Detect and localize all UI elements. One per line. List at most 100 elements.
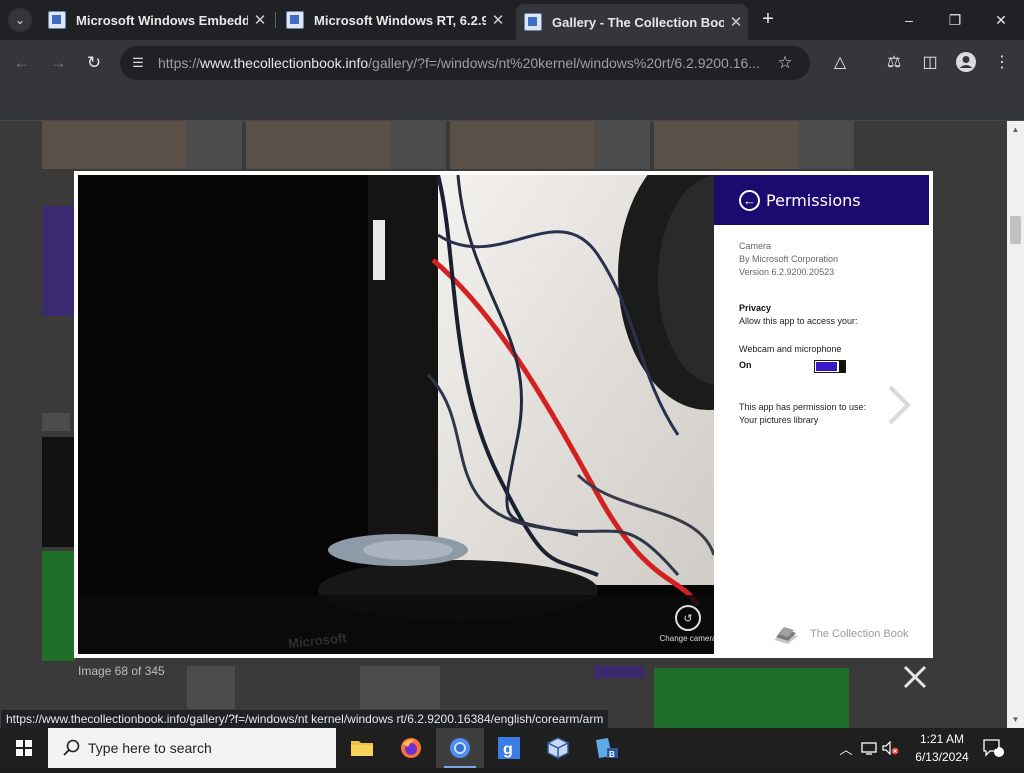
show-hidden-icons-chevron-icon[interactable]: ︿ (836, 728, 856, 768)
change-camera-label: Change camera (659, 634, 714, 643)
camera-switch-icon: ↺ (675, 605, 701, 631)
privacy-text: Allow this app to access your: (739, 316, 858, 326)
side-panel-icon[interactable]: ◫ (918, 51, 942, 75)
browser-tab-strip: ⌄ Microsoft Windows Embedded ✕ Microsoft… (0, 0, 1024, 40)
gallery-thumbnail[interactable] (246, 121, 391, 169)
minimize-button[interactable]: – (886, 0, 932, 40)
brand-name: The Collection Book (810, 628, 909, 640)
clock-date: 6/13/2024 (915, 750, 969, 764)
profile-avatar-icon[interactable] (954, 51, 978, 75)
more-menu-icon[interactable]: ⋮ (990, 51, 1014, 75)
app-name: Camera (739, 241, 772, 251)
taskbar-virtualbox[interactable] (534, 728, 582, 768)
url-path: /gallery/?f=/windows/nt%20kernel/windows… (368, 55, 760, 71)
gallery-thumbnail[interactable] (594, 666, 644, 678)
taskbar-firefox[interactable] (387, 728, 435, 768)
permissions-header: ← Permissions (714, 175, 929, 225)
notification-center-button[interactable]: 4 (978, 728, 1008, 768)
reload-button[interactable]: ↻ (80, 49, 108, 77)
tab-title: Microsoft Windows Embedded (76, 12, 248, 28)
gallery-thumbnail[interactable] (450, 121, 595, 169)
webcam-toggle[interactable] (814, 360, 846, 373)
webcam-setting-label: Webcam and microphone (739, 344, 842, 354)
arrow-left-icon: ← (13, 53, 31, 72)
close-window-button[interactable]: ✕ (978, 0, 1024, 40)
taskbar-chrome[interactable] (436, 728, 484, 768)
gallery-thumbnail[interactable] (654, 121, 799, 169)
scroll-up-arrow-icon[interactable]: ▲ (1007, 125, 1024, 134)
scroll-down-arrow-icon[interactable]: ▼ (1007, 715, 1024, 724)
new-tab-button[interactable]: + (756, 8, 780, 32)
privacy-heading: Privacy (739, 303, 772, 313)
tab-windows-rt[interactable]: Microsoft Windows RT, 6.2.9200 ✕ (278, 6, 510, 34)
camera-photo: Microsoft ↺ Change camera (78, 175, 714, 654)
app-publisher: By Microsoft Corporation (739, 254, 839, 264)
tab-title: Gallery - The Collection Book (552, 14, 724, 30)
windows-taskbar: Type here to search g B ︿ 1:21 AM 6/13/2… (0, 728, 1024, 768)
back-button[interactable]: ← (8, 49, 36, 77)
tab-close-icon[interactable]: ✕ (724, 13, 748, 31)
taskbar-google[interactable]: g (485, 728, 533, 768)
tab-divider (275, 12, 276, 28)
start-button[interactable] (0, 728, 48, 768)
lightbox-close-icon[interactable] (902, 664, 928, 690)
tab-gallery-active[interactable]: Gallery - The Collection Book ✕ (516, 4, 748, 40)
toggle-knob (839, 361, 845, 372)
tab-close-icon[interactable]: ✕ (248, 11, 272, 29)
svg-text:g: g (503, 741, 513, 758)
access-item: Your pictures library (739, 415, 819, 425)
clock-time: 1:21 AM (919, 732, 965, 746)
change-camera-button[interactable]: ↺ Change camera (658, 605, 714, 643)
plus-icon: + (762, 8, 774, 30)
gallery-thumbnail[interactable] (42, 206, 75, 316)
close-icon: ✕ (995, 12, 1007, 28)
site-favicon-icon (524, 13, 542, 31)
back-arrow-icon[interactable]: ← (739, 189, 760, 211)
tab-windows-embedded[interactable]: Microsoft Windows Embedded ✕ (40, 6, 272, 34)
image-counter: Image 68 of 345 (78, 664, 165, 678)
gallery-thumbnail[interactable] (595, 121, 650, 169)
restore-icon: ❐ (948, 12, 962, 28)
scrollbar-thumb[interactable] (1010, 216, 1021, 244)
taskbar-windows-app[interactable]: B (583, 728, 631, 768)
collection-book-logo: The Collection Book (772, 622, 908, 646)
tab-title: Microsoft Windows RT, 6.2.9200 (314, 12, 486, 28)
webcam-scene: Microsoft (78, 175, 714, 654)
gallery-thumbnail[interactable] (187, 121, 242, 169)
labs-flask-icon[interactable]: ⚖ (882, 51, 906, 75)
restore-button[interactable]: ❐ (932, 0, 978, 40)
extensions-icon[interactable]: △ (828, 51, 852, 75)
site-favicon-icon (286, 11, 304, 29)
bookmarks-bar (0, 86, 1024, 121)
minimize-icon: – (905, 12, 913, 28)
taskbar-search[interactable]: Type here to search (48, 728, 336, 768)
next-image-chevron-icon[interactable] (884, 383, 914, 427)
volume-muted-icon[interactable] (880, 728, 902, 768)
folder-icon (351, 741, 373, 756)
tab-search-button[interactable]: ⌄ (8, 8, 32, 32)
system-clock[interactable]: 1:21 AM 6/13/2024 (904, 730, 980, 766)
gallery-thumbnail[interactable] (42, 121, 187, 169)
address-bar[interactable]: ☰ https://www.thecollectionbook.info/gal… (120, 46, 810, 80)
bookmark-star-icon[interactable]: ☆ (773, 53, 797, 73)
url-host: www.thecollectionbook.info (200, 55, 369, 71)
windows-app-icon: B (596, 738, 618, 759)
gallery-thumbnail[interactable] (42, 413, 70, 431)
page-scrollbar[interactable]: ▲ ▼ (1007, 121, 1024, 728)
site-info-icon[interactable]: ☰ (128, 55, 148, 71)
tab-close-icon[interactable]: ✕ (486, 11, 510, 29)
address-bar-url[interactable]: https://www.thecollectionbook.info/galle… (158, 55, 773, 71)
firefox-icon (401, 738, 421, 758)
gallery-thumbnail[interactable] (42, 551, 75, 661)
gallery-thumbnail[interactable] (799, 121, 854, 169)
permissions-panel: ← Permissions Camera By Microsoft Corpor… (714, 175, 929, 654)
gallery-thumbnail[interactable] (654, 668, 849, 728)
gallery-thumbnail[interactable] (42, 437, 75, 547)
network-icon[interactable] (858, 728, 880, 768)
webcam-setting-state: On (739, 360, 752, 370)
browser-toolbar: ← → ↻ ☰ https://www.thecollectionbook.in… (0, 40, 1024, 86)
forward-button[interactable]: → (44, 49, 72, 77)
taskbar-file-explorer[interactable] (338, 728, 386, 768)
image-lightbox: Microsoft ↺ Change camera ← Permissions … (74, 171, 933, 658)
gallery-thumbnail[interactable] (391, 121, 446, 169)
